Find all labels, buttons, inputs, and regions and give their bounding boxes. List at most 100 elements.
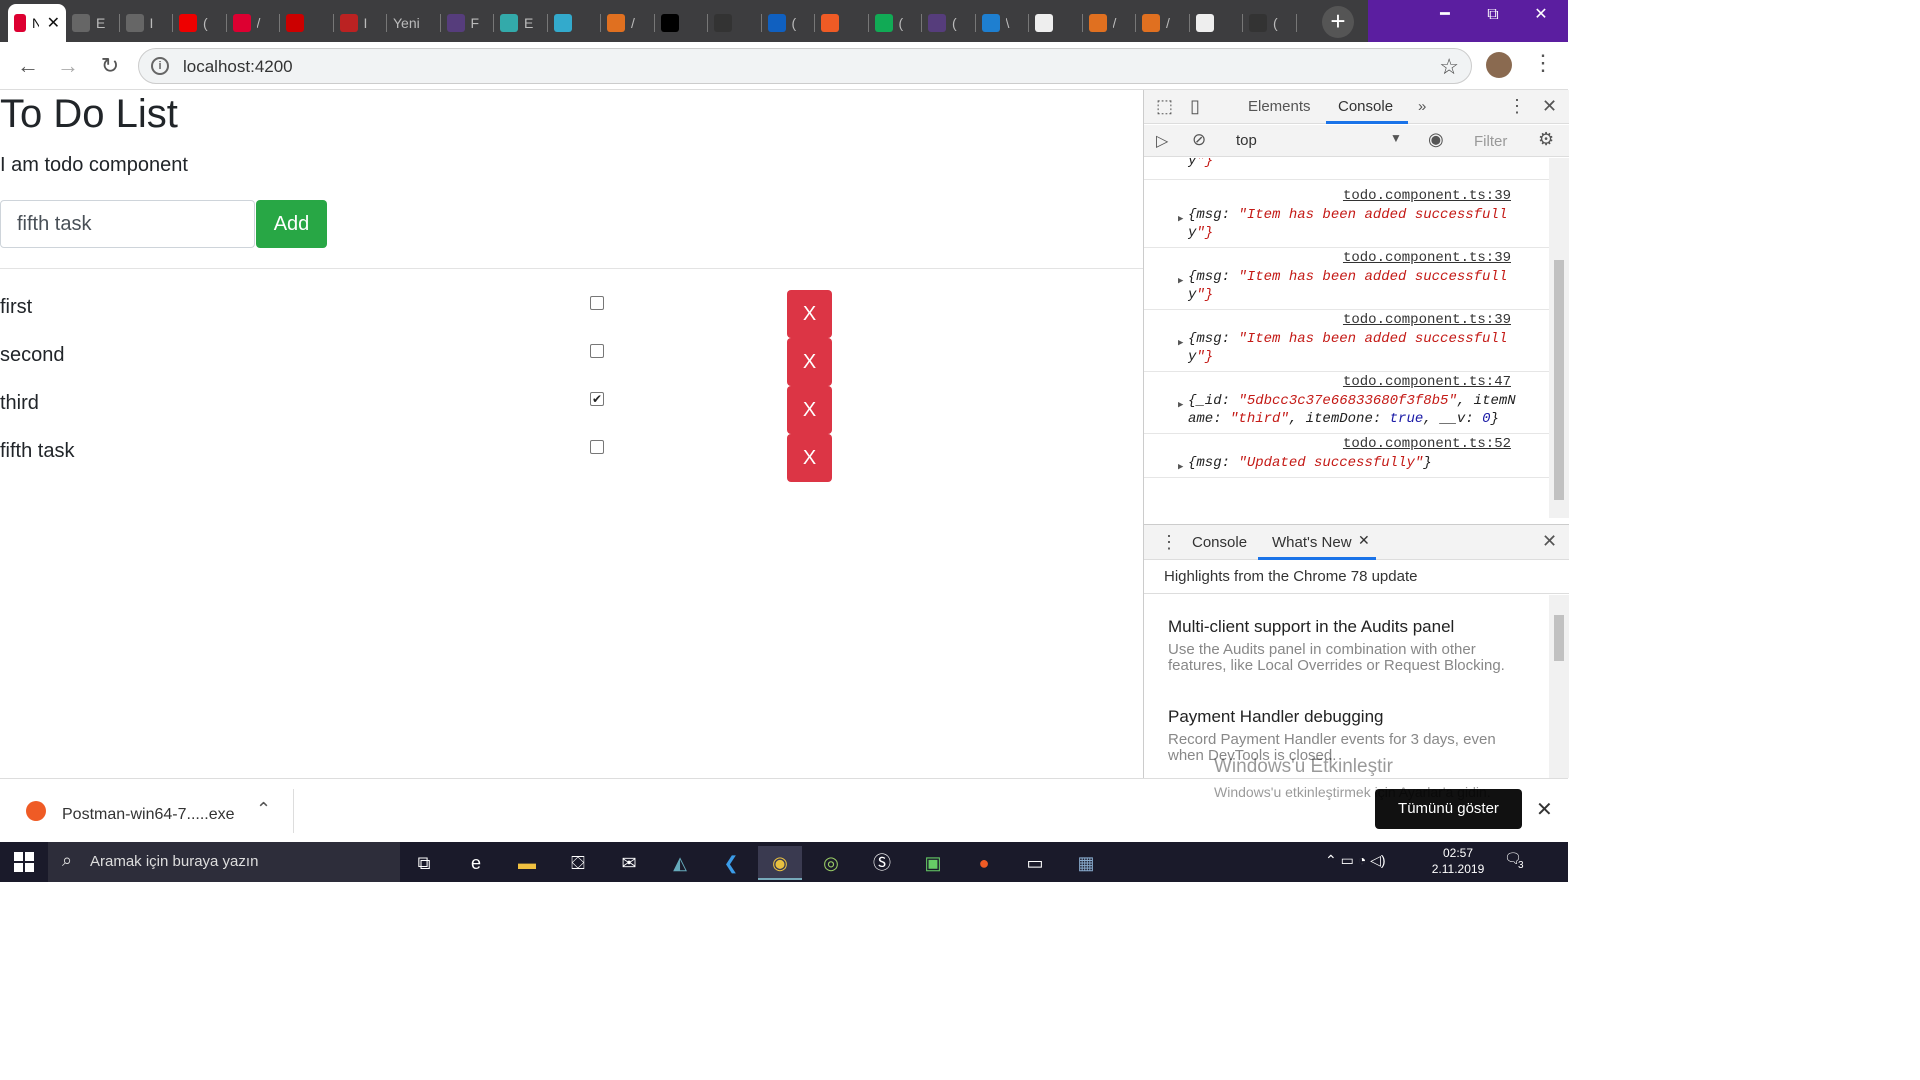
browser-tab[interactable]: / [227,4,280,42]
browser-menu-icon[interactable]: ⋮ [1532,50,1554,76]
paint-icon[interactable]: ▦ [1064,846,1108,880]
inspect-element-icon[interactable]: ⬚ [1156,96,1173,117]
chrome-icon[interactable]: ◉ [758,846,802,880]
windows-start-icon[interactable] [14,852,34,872]
delete-button[interactable]: X [787,290,832,338]
download-filename[interactable]: Postman-win64-7.....exe [62,806,235,824]
source-link[interactable]: todo.component.ts:52 [1343,436,1511,452]
source-link[interactable]: todo.component.ts:39 [1343,312,1511,328]
close-tab-icon[interactable]: ✕ [1358,532,1370,549]
browser-tab[interactable]: ( [173,4,227,42]
edge-icon[interactable]: e [454,846,498,880]
console-message[interactable]: todo.component.ts:39 ▶ {msg: "Item has bee… [1144,248,1549,310]
terminal-icon[interactable]: ▭ [1013,846,1057,880]
azure-icon[interactable]: ◭ [658,846,702,880]
address-bar[interactable]: i localhost:4200 ☆ [138,48,1472,84]
delete-button[interactable]: X [787,386,832,434]
add-button[interactable]: Add [256,200,327,248]
source-link[interactable]: todo.component.ts:39 [1343,188,1511,204]
browser-tab[interactable] [815,4,869,42]
reload-button[interactable]: ↻ [96,52,124,80]
close-drawer-icon[interactable]: ✕ [1542,531,1557,552]
gear-icon[interactable]: ⚙ [1538,129,1554,150]
mail-icon[interactable]: ✉ [607,846,651,880]
chevron-up-icon[interactable]: ⌃ [256,799,271,820]
whats-new-scrollbar[interactable] [1549,595,1569,778]
tab-console[interactable]: Console [1338,98,1393,115]
browser-tab[interactable] [708,4,762,42]
console-message[interactable]: todo.component.ts:39 ▶ {msg: "Item has bee… [1144,186,1549,248]
todo-done-checkbox[interactable] [590,344,604,358]
close-devtools-icon[interactable]: ✕ [1542,96,1557,117]
tab-elements[interactable]: Elements [1248,98,1311,115]
browser-tab[interactable] [1190,4,1243,42]
console-message[interactable]: ▶y"} [1144,158,1549,180]
minimize-button[interactable]: ━ [1422,0,1468,30]
close-shelf-icon[interactable]: ✕ [1536,797,1553,822]
browser-tab[interactable]: ( [1243,4,1297,42]
device-toolbar-icon[interactable]: ▯ [1190,96,1200,117]
back-button[interactable]: ← [14,52,42,80]
taskbar-search[interactable]: ⌕ Aramak için buraya yazın [48,842,400,882]
scrollbar-thumb[interactable] [1554,615,1564,661]
browser-tab[interactable]: \ [976,4,1029,42]
postman-icon[interactable] [26,801,46,821]
browser-tab[interactable]: ( [922,4,976,42]
expand-triangle-icon[interactable]: ▶ [1178,338,1183,348]
delete-button[interactable]: X [787,434,832,482]
context-selector[interactable]: top [1236,132,1257,149]
forward-button[interactable]: → [54,52,82,80]
expand-triangle-icon[interactable]: ▶ [1178,400,1183,410]
whats-new-item-title[interactable]: Multi-client support in the Audits panel [1168,617,1454,637]
delete-button[interactable]: X [787,338,832,386]
expand-triangle-icon[interactable]: ▶ [1178,214,1183,224]
new-tab-button[interactable]: + [1322,6,1354,38]
console-message[interactable]: todo.component.ts:52 ▶ {msg: "Updated succ… [1144,434,1549,478]
task-view-icon[interactable]: ⧉ [402,846,446,880]
close-tab-icon[interactable]: ✕ [47,13,60,33]
browser-tab[interactable]: I [334,4,387,42]
todo-done-checkbox[interactable] [590,296,604,310]
bookmark-star-icon[interactable]: ☆ [1439,54,1459,80]
filter-input[interactable]: Filter [1474,133,1507,150]
console-scrollbar[interactable] [1549,158,1569,518]
browser-tab[interactable]: Yeni [387,4,441,42]
drawer-menu-icon[interactable]: ⋮ [1160,532,1178,553]
browser-tab[interactable]: E [494,4,548,42]
todo-done-checkbox[interactable]: ✔ [590,392,604,406]
new-task-input[interactable] [0,200,255,248]
skype-icon[interactable]: Ⓢ [860,846,904,880]
browser-tab[interactable] [548,4,601,42]
notifications-icon[interactable]: 🗨 3 [1504,850,1526,872]
drawer-tab-console[interactable]: Console [1192,534,1247,551]
expand-triangle-icon[interactable]: ▶ [1178,276,1183,286]
eye-icon[interactable]: ◉ [1428,129,1444,150]
browser-tab[interactable] [1029,4,1083,42]
file-explorer-icon[interactable]: ▬ [505,846,549,880]
system-tray[interactable]: ⌃ ▭ ◔ ◁) [1325,852,1386,869]
browser-tab[interactable]: F [441,4,494,42]
browser-tab[interactable]: / [1083,4,1136,42]
browser-tab[interactable]: ( [869,4,922,42]
clear-console-icon[interactable]: ⊘ [1192,130,1206,150]
profile-avatar[interactable] [1486,52,1512,78]
browser-tab[interactable]: I [120,4,173,42]
browser-tab[interactable]: N ✕ [8,4,66,42]
browser-tab[interactable] [280,4,334,42]
console-message[interactable]: todo.component.ts:39 ▶ {msg: "Item has bee… [1144,310,1549,372]
chevron-down-icon[interactable]: ▼ [1390,131,1402,145]
browser-tab[interactable]: ( [762,4,815,42]
info-icon[interactable]: i [151,57,169,75]
pycharm-icon[interactable]: ▣ [911,846,955,880]
scrollbar-thumb[interactable] [1554,260,1564,500]
whats-new-item-title[interactable]: Payment Handler debugging [1168,707,1383,727]
browser-tab[interactable]: E [66,4,120,42]
clock[interactable]: 02:57 2.11.2019 [1428,845,1488,877]
vscode-icon[interactable]: ❮ [709,846,753,880]
expand-triangle-icon[interactable]: ▶ [1178,462,1183,472]
console-message[interactable]: todo.component.ts:47 ▶ {_id: "5dbcc3c37e66… [1144,372,1549,434]
android-studio-icon[interactable]: ◎ [809,846,853,880]
source-link[interactable]: todo.component.ts:39 [1343,250,1511,266]
source-link[interactable]: todo.component.ts:47 [1343,374,1511,390]
todo-done-checkbox[interactable] [590,440,604,454]
